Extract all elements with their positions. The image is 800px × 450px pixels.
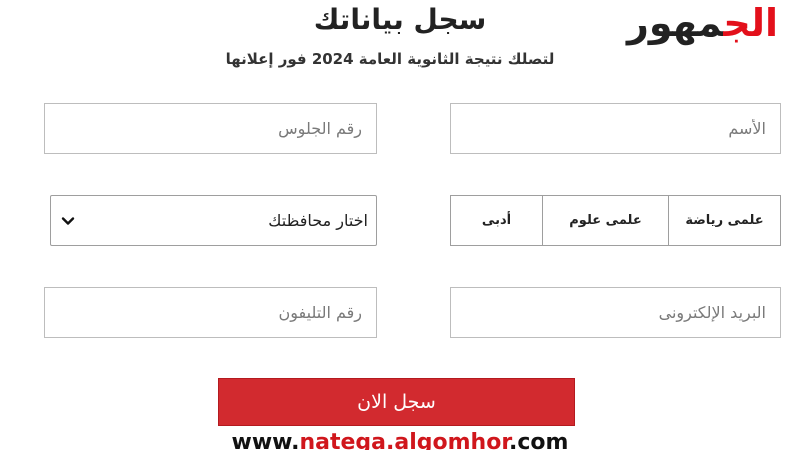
- site-url: www.natega.algomhor.com: [200, 428, 600, 450]
- email-input[interactable]: [450, 287, 781, 338]
- seat-number-input[interactable]: [44, 103, 377, 154]
- chevron-down-icon: [61, 216, 75, 225]
- page-subtitle: لتصلك نتيجة الثانوية العامة 2024 فور إعل…: [225, 50, 555, 68]
- track-selector: علمى رياضة علمى علوم أدبى: [450, 195, 781, 246]
- phone-input[interactable]: [44, 287, 377, 338]
- track-option-literary[interactable]: أدبى: [451, 196, 543, 245]
- logo-text-dark: مهور: [627, 1, 725, 45]
- page-title: سجل بياناتك: [313, 3, 487, 36]
- url-domain: natega.algomhor: [299, 430, 510, 450]
- name-input[interactable]: [450, 103, 781, 154]
- logo-text-red: الج: [723, 1, 780, 45]
- governorate-selected-value: اختار محافظتك: [268, 211, 368, 230]
- track-option-science[interactable]: علمى علوم: [543, 196, 669, 245]
- registration-page: الجمهور سجل بياناتك لتصلك نتيجة الثانوية…: [0, 0, 800, 450]
- submit-button[interactable]: سجل الان: [218, 378, 575, 426]
- url-prefix: www.: [231, 430, 300, 450]
- track-option-math[interactable]: علمى رياضة: [669, 196, 780, 245]
- brand-logo: الجمهور: [608, 0, 780, 52]
- governorate-select[interactable]: اختار محافظتك: [50, 195, 377, 246]
- url-suffix: .com: [509, 430, 569, 450]
